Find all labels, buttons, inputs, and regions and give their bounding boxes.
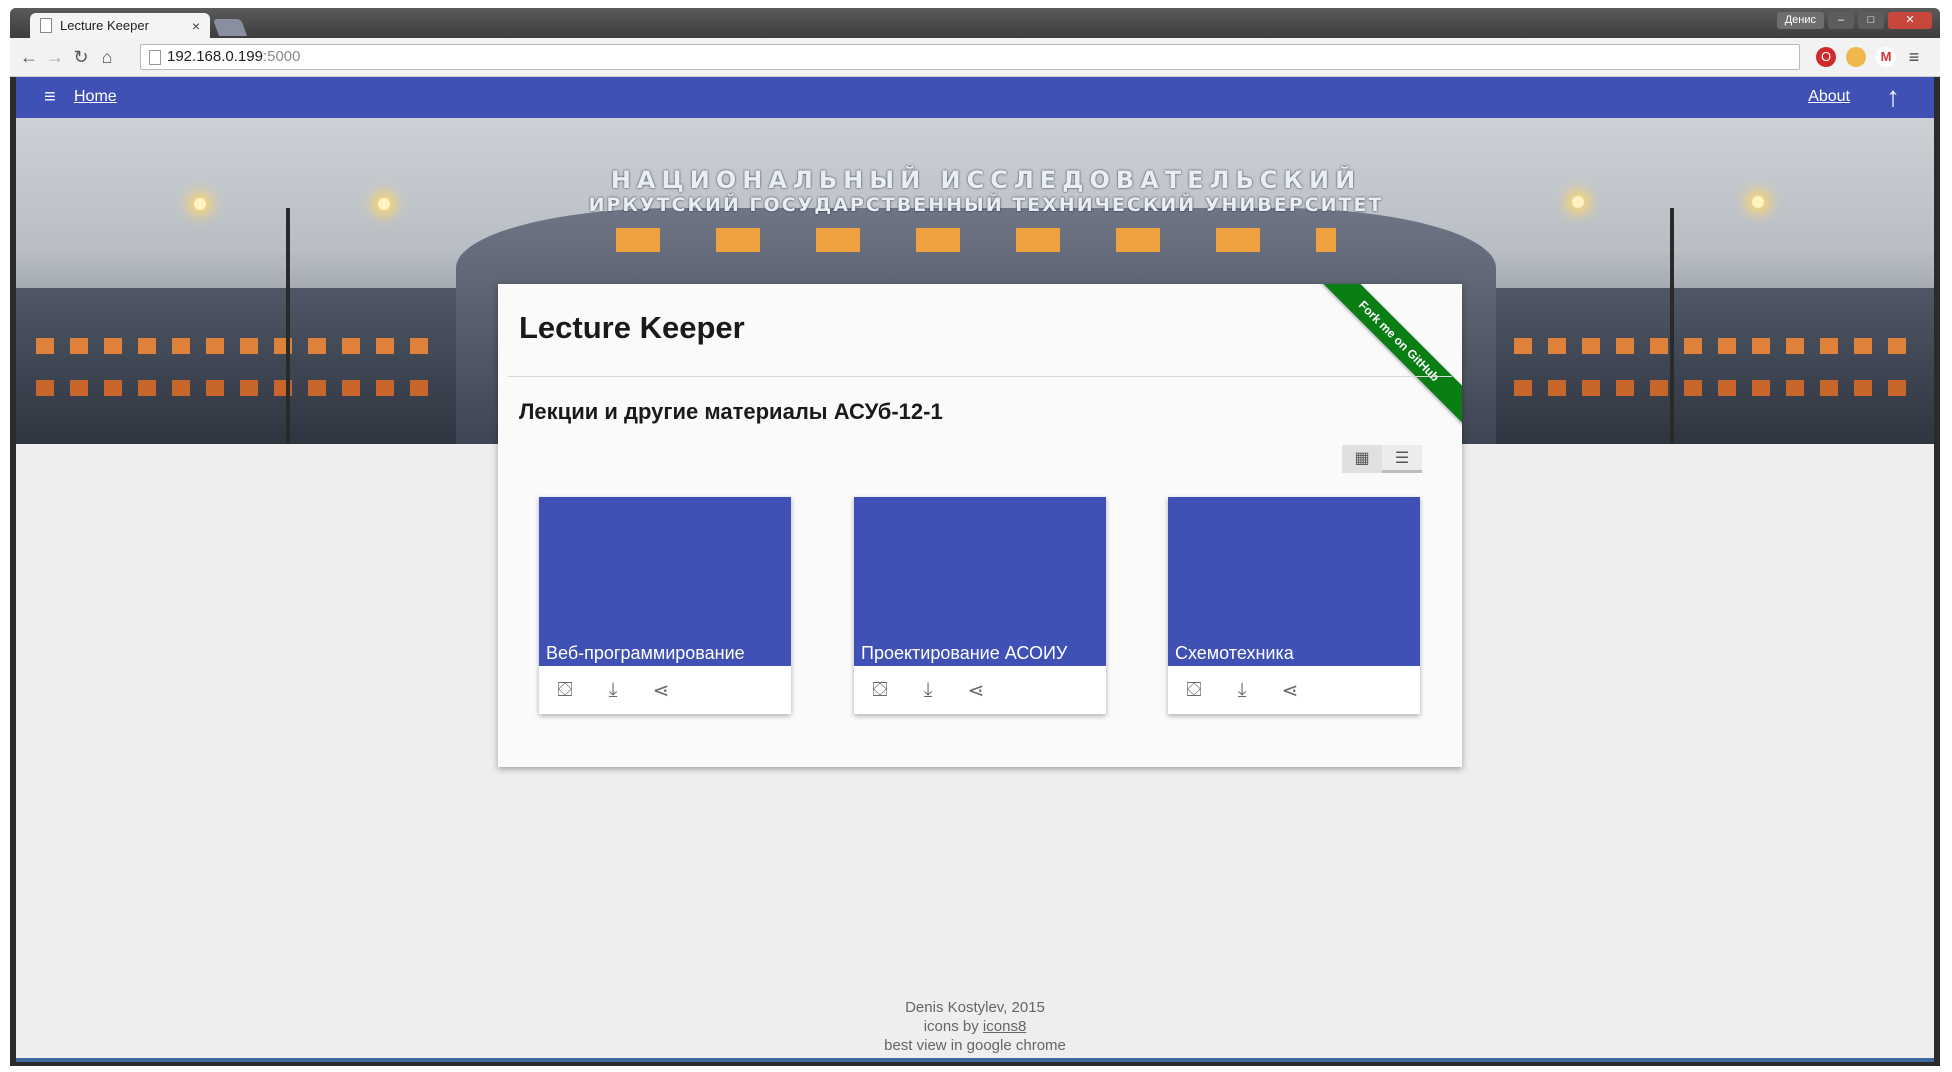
view-toggle: ▦ ☰ xyxy=(1342,445,1422,473)
street-lamp xyxy=(286,208,290,444)
course-card[interactable]: Веб-программирование ⛋ ⤓ ⋖ xyxy=(539,497,791,714)
page-title: Lecture Keeper xyxy=(519,310,745,345)
app-bar: ≡ Home About ↑ xyxy=(16,77,1934,118)
card-actions: ⛋ ⤓ ⋖ xyxy=(1168,666,1420,714)
course-name: Проектирование АСОИУ xyxy=(861,643,1068,663)
lamp-light xyxy=(378,198,390,210)
home-icon[interactable]: ⌂ xyxy=(96,46,118,68)
close-window-icon[interactable]: ✕ xyxy=(1888,12,1932,29)
menu-icon[interactable]: ≡ xyxy=(44,86,56,109)
sign-line-2: ИРКУТСКИЙ ГОСУДАРСТВЕННЫЙ ТЕХНИЧЕСКИЙ УН… xyxy=(588,194,1384,216)
list-view-icon[interactable]: ☰ xyxy=(1382,445,1422,473)
forward-icon[interactable]: → xyxy=(44,46,66,68)
card-actions: ⛋ ⤓ ⋖ xyxy=(854,666,1106,714)
new-tab-button[interactable] xyxy=(212,19,248,36)
share-icon[interactable]: ⋖ xyxy=(962,678,990,703)
windows-row xyxy=(36,338,436,354)
download-icon[interactable]: ⤓ xyxy=(914,679,942,702)
browser-window: Lecture Keeper × Денис – □ ✕ ← → ↻ ⌂ 192… xyxy=(10,8,1940,1066)
sign-line-1: НАЦИОНАЛЬНЫЙ ИССЛЕДОВАТЕЛЬСКИЙ xyxy=(610,166,1362,194)
card-header[interactable]: Схемотехника xyxy=(1168,497,1420,666)
icons8-link[interactable]: icons8 xyxy=(983,1018,1026,1035)
url-port: :5000 xyxy=(262,48,301,65)
windows-row xyxy=(616,228,1336,252)
lamp-light xyxy=(1572,196,1584,208)
street-lamp xyxy=(1670,208,1674,444)
chrome-menu-icon[interactable]: ≡ xyxy=(1904,47,1924,67)
share-icon[interactable]: ⋖ xyxy=(1276,678,1304,703)
building-right xyxy=(1494,288,1934,444)
about-link[interactable]: About xyxy=(1808,88,1850,106)
lamp-light xyxy=(194,198,206,210)
grid-view-icon[interactable]: ▦ xyxy=(1342,445,1382,473)
browser-tab[interactable]: Lecture Keeper × xyxy=(30,13,210,38)
window-controls: Денис – □ ✕ xyxy=(1776,12,1932,29)
url-host: 192.168.0.199 xyxy=(167,48,263,65)
windows-row xyxy=(36,380,436,396)
footer-credits-prefix: icons by xyxy=(923,1018,983,1035)
card-header[interactable]: Проектирование АСОИУ xyxy=(854,497,1106,666)
university-sign: НАЦИОНАЛЬНЫЙ ИССЛЕДОВАТЕЛЬСКИЙ ИРКУТСКИЙ… xyxy=(516,166,1456,216)
group-subtitle: Лекции и другие материалы АСУб-12-1 xyxy=(519,399,943,424)
footer-credits: icons by icons8 xyxy=(16,1017,1934,1036)
home-link[interactable]: Home xyxy=(74,88,117,106)
maximize-icon[interactable]: □ xyxy=(1858,12,1884,29)
extension-icon[interactable] xyxy=(1846,47,1866,67)
page-icon xyxy=(40,18,52,33)
github-ribbon[interactable]: Fork me on GitHub xyxy=(1315,284,1462,425)
back-icon[interactable]: ← xyxy=(18,46,40,68)
course-card[interactable]: Проектирование АСОИУ ⛋ ⤓ ⋖ xyxy=(854,497,1106,714)
profile-button[interactable]: Денис xyxy=(1776,12,1824,29)
building-left xyxy=(16,288,456,444)
download-icon[interactable]: ⤓ xyxy=(599,679,627,702)
divider xyxy=(508,376,1452,377)
tab-close-icon[interactable]: × xyxy=(192,18,200,34)
package-icon[interactable]: ⛋ xyxy=(1180,679,1208,702)
taskbar-edge xyxy=(16,1058,1934,1062)
package-icon[interactable]: ⛋ xyxy=(866,679,894,702)
course-card[interactable]: Схемотехника ⛋ ⤓ ⋖ xyxy=(1168,497,1420,714)
reload-icon[interactable]: ↻ xyxy=(70,46,92,68)
browser-toolbar: ← → ↻ ⌂ 192.168.0.199:5000 O M ≡ xyxy=(10,38,1940,77)
tab-title: Lecture Keeper xyxy=(60,18,149,33)
card-actions: ⛋ ⤓ ⋖ xyxy=(539,666,791,714)
footer-author: Denis Kostylev, 2015 xyxy=(905,999,1045,1016)
lamp-light xyxy=(1752,196,1764,208)
page-icon xyxy=(149,50,161,65)
gmail-icon[interactable]: M xyxy=(1876,47,1896,67)
footer-note: best view in google chrome xyxy=(884,1037,1066,1054)
arrow-up-icon[interactable]: ↑ xyxy=(1886,81,1900,113)
page-viewport: ≡ Home About ↑ НАЦИОНАЛЬНЫЙ ИССЛЕДОВАТЕЛ… xyxy=(16,77,1934,1062)
title-bar: Lecture Keeper × Денис – □ ✕ xyxy=(10,8,1940,38)
minimize-icon[interactable]: – xyxy=(1828,12,1854,29)
course-name: Веб-программирование xyxy=(546,643,745,663)
footer: Denis Kostylev, 2015 icons by icons8 bes… xyxy=(16,998,1934,1055)
card-header[interactable]: Веб-программирование xyxy=(539,497,791,666)
download-icon[interactable]: ⤓ xyxy=(1228,679,1256,702)
course-name: Схемотехника xyxy=(1175,643,1294,663)
share-icon[interactable]: ⋖ xyxy=(647,678,675,703)
windows-row xyxy=(1514,338,1914,354)
windows-row xyxy=(1514,380,1914,396)
package-icon[interactable]: ⛋ xyxy=(551,679,579,702)
main-panel: Lecture Keeper Fork me on GitHub Лекции … xyxy=(498,284,1462,767)
address-bar[interactable]: 192.168.0.199:5000 xyxy=(140,44,1800,70)
opera-icon[interactable]: O xyxy=(1816,47,1836,67)
